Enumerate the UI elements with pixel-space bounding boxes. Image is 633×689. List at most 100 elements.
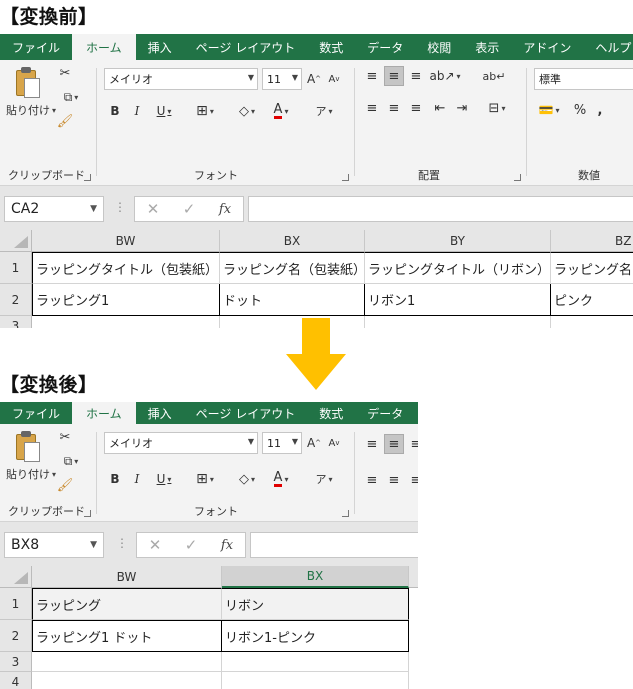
merge-center-icon[interactable]: ⊟ ▾	[482, 98, 512, 118]
font-color-icon[interactable]: A ▾	[266, 100, 296, 122]
cell-bz1[interactable]: ラッピング名	[551, 252, 633, 284]
insert-function-icon[interactable]: fx	[207, 202, 243, 217]
clipboard-launcher-icon[interactable]	[84, 510, 91, 517]
phonetic-icon[interactable]: ア ▾	[310, 100, 338, 122]
italic-icon[interactable]: I	[128, 100, 146, 122]
cell-bw1[interactable]: ラッピングタイトル（包装紙）	[32, 252, 220, 284]
bold-icon[interactable]: B	[106, 100, 124, 122]
cell-bw3[interactable]	[32, 652, 222, 672]
tab-insert[interactable]: 挿入	[136, 34, 184, 60]
tab-page-layout[interactable]: ページ レイアウト	[184, 402, 308, 424]
cell-bw2[interactable]: ラッピング1	[32, 284, 220, 316]
paste-button-label[interactable]: 貼り付け ▾	[6, 466, 56, 482]
enter-icon[interactable]: ✓	[171, 200, 207, 218]
scissors-icon[interactable]: ✂	[56, 428, 74, 446]
align-top-icon[interactable]: ≡	[362, 434, 382, 454]
cell-bx1[interactable]: リボン	[222, 588, 409, 620]
name-box[interactable]: BX8 ▼	[4, 532, 104, 558]
fill-color-icon[interactable]: ◇ ▾	[232, 468, 262, 490]
paste-icon[interactable]	[14, 66, 42, 100]
borders-icon[interactable]: ⊞ ▾	[190, 100, 220, 122]
cell-bw1[interactable]: ラッピング	[32, 588, 222, 620]
column-header-bx[interactable]: BX	[222, 566, 409, 588]
row-header-1[interactable]: 1	[0, 252, 32, 284]
cell-by1[interactable]: ラッピングタイトル（リボン）	[365, 252, 551, 284]
tab-review[interactable]: 校閲	[415, 402, 418, 424]
paste-button-label[interactable]: 貼り付け ▾	[6, 102, 56, 118]
row-header-2[interactable]: 2	[0, 284, 32, 316]
increase-font-icon[interactable]: A ^	[306, 70, 322, 88]
cell-bx1[interactable]: ラッピング名（包装紙）	[220, 252, 365, 284]
align-left-icon[interactable]: ≡	[362, 98, 382, 118]
percent-icon[interactable]: %	[570, 100, 590, 120]
tab-view[interactable]: 表示	[463, 34, 511, 60]
wrap-text-icon[interactable]: ab↵	[483, 66, 506, 86]
align-center-icon[interactable]: ≡	[384, 98, 404, 118]
tab-page-layout[interactable]: ページ レイアウト	[184, 34, 308, 60]
cell-bw3[interactable]	[32, 316, 220, 328]
tab-addins[interactable]: アドイン	[511, 34, 583, 60]
column-header-by[interactable]: BY	[365, 230, 551, 252]
align-right-icon[interactable]: ≡	[406, 98, 426, 118]
formula-input[interactable]	[250, 532, 418, 558]
name-box[interactable]: CA2 ▼	[4, 196, 104, 222]
row-header-4[interactable]: 4	[0, 672, 32, 689]
bold-icon[interactable]: B	[106, 468, 124, 490]
align-left-icon[interactable]: ≡	[362, 470, 382, 490]
insert-function-icon[interactable]: fx	[209, 538, 245, 553]
row-header-3[interactable]: 3	[0, 652, 32, 672]
cell-bx3[interactable]	[222, 652, 409, 672]
clipboard-launcher-icon[interactable]	[84, 174, 91, 181]
borders-icon[interactable]: ⊞ ▾	[190, 468, 220, 490]
cell-bx4[interactable]	[222, 672, 409, 689]
cell-by3[interactable]	[365, 316, 551, 328]
decrease-font-icon[interactable]: Av	[326, 434, 342, 452]
increase-indent-icon[interactable]: ⇥	[452, 98, 472, 118]
formula-input[interactable]	[248, 196, 633, 222]
cell-bw4[interactable]	[32, 672, 222, 689]
select-all-button[interactable]	[0, 230, 32, 252]
currency-icon[interactable]: 💳 ▾	[534, 100, 564, 120]
font-launcher-icon[interactable]	[342, 510, 349, 517]
tab-data[interactable]: データ	[355, 402, 415, 424]
font-size-combo[interactable]: 11 ▼	[262, 68, 302, 90]
orientation-icon[interactable]: ab↗ ▾	[429, 66, 460, 86]
align-bottom-icon[interactable]: ≡	[406, 66, 426, 86]
copy-icon[interactable]: ⧉ ▾	[56, 452, 86, 470]
cell-bw2[interactable]: ラッピング1 ドット	[32, 620, 222, 652]
increase-font-icon[interactable]: A ^	[306, 434, 322, 452]
tab-formulas[interactable]: 数式	[307, 34, 355, 60]
font-launcher-icon[interactable]	[342, 174, 349, 181]
cell-bx2[interactable]: リボン1-ピンク	[222, 620, 409, 652]
enter-icon[interactable]: ✓	[173, 536, 209, 554]
column-header-bw[interactable]: BW	[32, 230, 220, 252]
font-name-combo[interactable]: メイリオ ▼	[104, 432, 258, 454]
cell-bz2[interactable]: ピンク	[551, 284, 633, 316]
underline-icon[interactable]: U ▾	[150, 468, 178, 490]
cell-by2[interactable]: リボン1	[365, 284, 551, 316]
cell-bx2[interactable]: ドット	[220, 284, 365, 316]
brush-icon[interactable]: 🖌	[56, 476, 74, 494]
align-middle-icon[interactable]: ≡	[384, 434, 404, 454]
align-launcher-icon[interactable]	[514, 174, 521, 181]
select-all-button[interactable]	[0, 566, 32, 588]
align-top-icon[interactable]: ≡	[362, 66, 382, 86]
italic-icon[interactable]: I	[128, 468, 146, 490]
underline-icon[interactable]: U ▾	[150, 100, 178, 122]
fill-color-icon[interactable]: ◇ ▾	[232, 100, 262, 122]
align-middle-icon[interactable]: ≡	[384, 66, 404, 86]
font-name-combo[interactable]: メイリオ ▼	[104, 68, 258, 90]
tab-home[interactable]: ホーム	[72, 402, 136, 424]
tab-data[interactable]: データ	[355, 34, 415, 60]
tab-review[interactable]: 校閲	[415, 34, 463, 60]
decrease-font-icon[interactable]: Av	[326, 70, 342, 88]
brush-icon[interactable]: 🖌	[56, 112, 74, 130]
align-right-icon[interactable]: ≡	[406, 470, 418, 490]
comma-icon[interactable]: ,	[592, 100, 608, 120]
row-header-3[interactable]: 3	[0, 316, 32, 328]
column-header-bz[interactable]: BZ	[551, 230, 633, 252]
phonetic-icon[interactable]: ア ▾	[310, 468, 338, 490]
tab-formulas[interactable]: 数式	[307, 402, 355, 424]
cancel-icon[interactable]: ✕	[137, 536, 173, 554]
scissors-icon[interactable]: ✂	[56, 64, 74, 82]
